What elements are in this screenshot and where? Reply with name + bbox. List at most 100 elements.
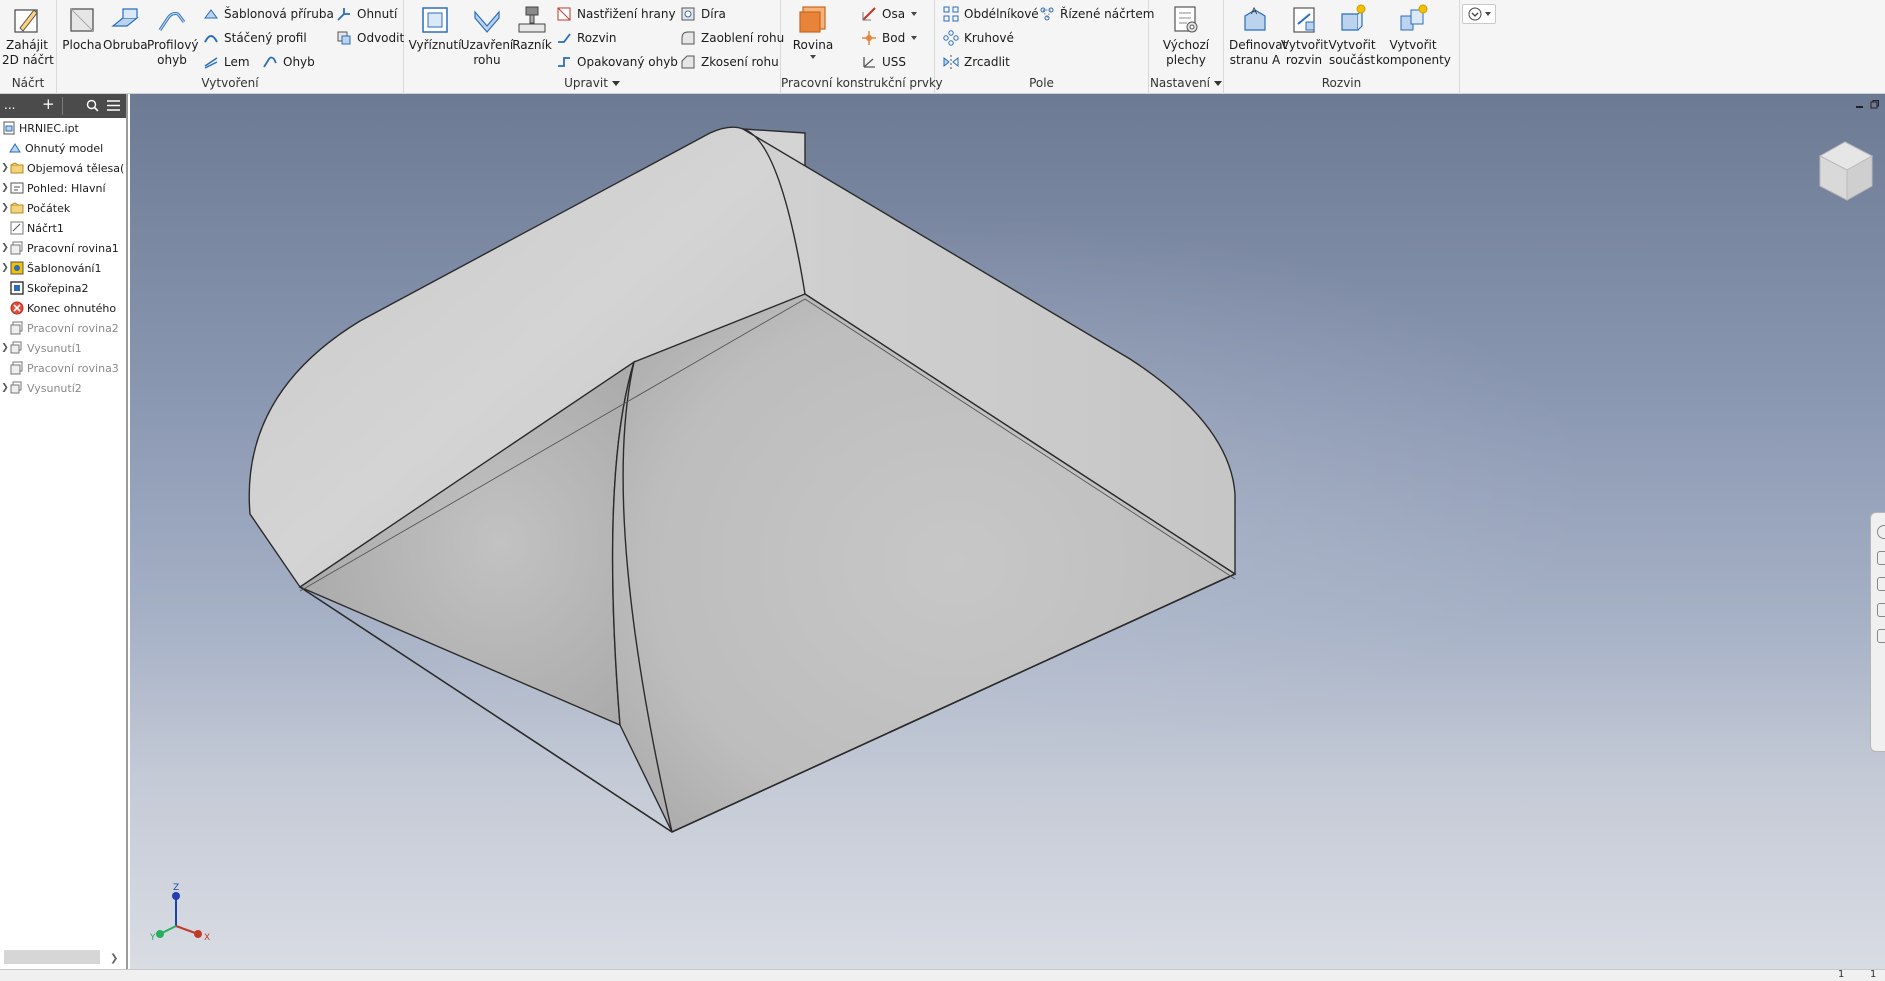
expand-arrow-icon[interactable]: ❯ xyxy=(0,243,10,253)
panel-title-pole: Pole xyxy=(1029,76,1054,90)
plocha-label: Plocha xyxy=(62,38,102,52)
browser-tree-item[interactable]: Pracovní rovina3 xyxy=(0,358,126,378)
pan-icon[interactable] xyxy=(1877,551,1885,565)
nastrizeni-hrany-button[interactable]: Nastřižení hrany xyxy=(556,4,676,24)
expand-arrow-icon[interactable]: ❯ xyxy=(0,163,10,173)
browser-menu-ellipsis[interactable]: ... xyxy=(4,98,15,112)
uss-button[interactable]: USS xyxy=(861,52,906,72)
scroll-right-arrow-icon[interactable]: ❯ xyxy=(110,953,118,964)
dira-button[interactable]: Díra xyxy=(680,4,726,24)
vytvorit-rozvin-button[interactable]: Vytvořit rozvin xyxy=(1281,4,1328,68)
browser-tree-item[interactable]: HRNIEC.ipt xyxy=(0,118,126,138)
lem-button[interactable]: Lem xyxy=(203,52,250,72)
uzavreni-rohu-button[interactable]: Uzavření rohu xyxy=(459,4,515,68)
ohyb-button[interactable]: Ohyb xyxy=(262,52,315,72)
zrcadlit-button[interactable]: Zrcadlit xyxy=(943,52,1010,72)
obruba-button[interactable]: Obruba xyxy=(103,4,148,53)
browser-tree-item[interactable]: ❯ Vysunutí1 xyxy=(0,338,126,358)
browser-tree-item[interactable]: ❯ Pracovní rovina1 xyxy=(0,238,126,258)
profilovy-ohyb-label-2: ohyb xyxy=(157,53,187,67)
triad-y-cone xyxy=(156,930,164,938)
view-cube[interactable] xyxy=(1810,134,1880,214)
add-browser-tab-button[interactable]: + xyxy=(42,95,55,113)
browser-tree-item[interactable]: ❯ Objemová tělesa( xyxy=(0,158,126,178)
expand-arrow-icon[interactable]: ❯ xyxy=(0,183,10,193)
shell-icon xyxy=(10,281,24,295)
browser-tree-item[interactable]: ❯ Vysunutí2 xyxy=(0,378,126,398)
minimize-icon[interactable] xyxy=(1855,100,1864,109)
expand-arrow-icon[interactable]: ❯ xyxy=(0,343,10,353)
hamburger-menu-icon[interactable] xyxy=(107,100,120,111)
uzavreni-rohu-label-2: rohu xyxy=(473,53,501,67)
bod-label: Bod xyxy=(882,31,906,45)
ribbon-options-button[interactable] xyxy=(1462,4,1496,24)
zoom-icon[interactable] xyxy=(1877,577,1885,591)
raznik-button[interactable]: Razník xyxy=(510,4,554,53)
sketch-driven-pattern-icon xyxy=(1040,7,1054,21)
browser-tree-item-label: Pracovní rovina1 xyxy=(27,241,119,255)
definovat-stranu-button[interactable]: A Definovat stranu A xyxy=(1229,4,1287,68)
start-2d-sketch-button[interactable]: Zahájit 2D náčrt xyxy=(2,4,54,68)
browser-tree-item[interactable]: ❯ Počátek xyxy=(0,198,126,218)
orbit-icon[interactable] xyxy=(1877,603,1885,617)
browser-tree-item[interactable]: ❯ Pohled: Hlavní xyxy=(0,178,126,198)
search-icon[interactable] xyxy=(86,99,99,112)
browser-tree-item[interactable]: Pracovní rovina2 xyxy=(0,318,126,338)
chevron-down-icon xyxy=(611,81,620,86)
hole-icon xyxy=(681,7,695,21)
zaobleni-rohu-button[interactable]: Zaoblení rohu xyxy=(680,28,784,48)
rozvin-button[interactable]: Rozvin xyxy=(556,28,616,48)
rovina-caret xyxy=(810,55,816,59)
vyriznuti-button[interactable]: Vyříznutí xyxy=(407,4,463,53)
browser-horizontal-scrollbar[interactable] xyxy=(4,950,100,964)
zkoseni-rohu-label: Zkosení rohu xyxy=(701,55,779,69)
vytvorit-soucast-button[interactable]: Vytvořit součást xyxy=(1328,4,1376,68)
panel-nacrt: Zahájit 2D náčrt Náčrt xyxy=(0,0,57,94)
vytvorit-komponenty-button[interactable]: Vytvořit komponenty xyxy=(1376,4,1451,68)
panel-rozvin: A Definovat stranu A Vytvořit rozvin Vyt… xyxy=(1224,0,1460,94)
zkoseni-rohu-button[interactable]: Zkosení rohu xyxy=(680,52,779,72)
restore-icon[interactable] xyxy=(1870,100,1879,109)
chevron-down-icon xyxy=(1484,12,1491,16)
opakovany-ohyb-button[interactable]: Opakovaný ohyb xyxy=(556,52,678,72)
make-part-icon xyxy=(1341,4,1366,31)
panel-title-nastaveni[interactable]: Nastavení xyxy=(1149,76,1223,90)
vychozi-plechy-button[interactable]: Výchozí plechy xyxy=(1154,4,1218,68)
kruhove-button[interactable]: Kruhové xyxy=(943,28,1014,48)
plane-icon xyxy=(799,6,826,33)
make-components-icon xyxy=(1400,4,1428,31)
full-navigation-wheel-icon[interactable] xyxy=(1877,525,1885,539)
sheet-metal-model[interactable] xyxy=(130,94,1885,969)
browser-tree-item[interactable]: Konec ohnutého xyxy=(0,298,126,318)
osa-button[interactable]: Osa xyxy=(861,4,918,24)
work-plane-icon xyxy=(10,321,23,335)
odvodit-button[interactable]: Odvodit xyxy=(336,28,404,48)
panel-title-upravit[interactable]: Upravit xyxy=(404,76,780,90)
plocha-button[interactable]: Plocha xyxy=(61,4,103,53)
profilovy-ohyb-button[interactable]: Profilový ohyb xyxy=(147,4,198,68)
obdelnikove-button[interactable]: Obdélníkové xyxy=(943,4,1039,24)
expand-arrow-icon[interactable]: ❯ xyxy=(0,383,10,393)
expand-arrow-icon[interactable]: ❯ xyxy=(0,263,10,273)
rovina-button[interactable]: Rovina xyxy=(789,4,837,59)
rovina-label: Rovina xyxy=(792,38,834,52)
expand-arrow-icon[interactable]: ❯ xyxy=(0,203,10,213)
unfold-icon xyxy=(558,33,571,43)
status-page-count-a: 1 xyxy=(1838,969,1845,980)
browser-tree-item[interactable]: Náčrt1 xyxy=(0,218,126,238)
rizene-nacrtem-button[interactable]: Řízené náčrtem xyxy=(1039,4,1154,24)
part-file-icon xyxy=(3,121,15,135)
browser-tree-item[interactable]: Skořepina2 xyxy=(0,278,126,298)
end-of-folded-icon xyxy=(10,301,24,315)
ribbon: Zahájit 2D náčrt Náčrt Plocha Obruba Pro… xyxy=(0,0,1885,94)
look-at-icon[interactable] xyxy=(1877,629,1885,643)
ohnuti-button[interactable]: Ohnutí xyxy=(336,4,397,24)
sablonova-priruba-button[interactable]: Šablonová příruba xyxy=(203,4,334,24)
browser-tree-item-label: Vysunutí1 xyxy=(27,341,82,355)
browser-tree-item[interactable]: Ohnutý model xyxy=(0,138,126,158)
bod-button[interactable]: Bod xyxy=(861,28,918,48)
browser-tree-item[interactable]: ❯ Šablonování1 xyxy=(0,258,126,278)
staceny-profil-button[interactable]: Stáčený profil xyxy=(203,28,307,48)
create-flat-pattern-icon xyxy=(1293,7,1315,33)
graphics-viewport[interactable]: Z X Y xyxy=(130,94,1885,969)
